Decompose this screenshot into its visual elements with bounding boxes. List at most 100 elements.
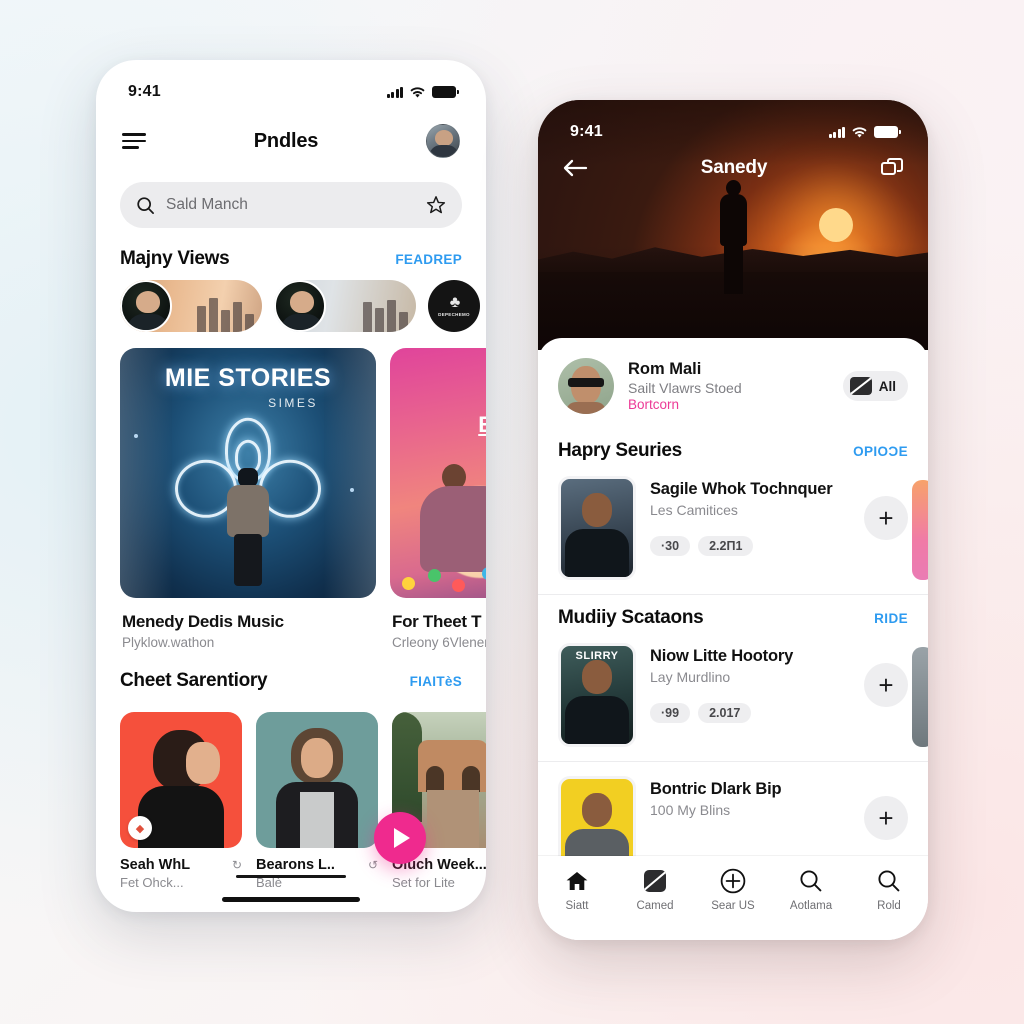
city-skyline-graphic (363, 300, 408, 332)
repeat-icon[interactable]: ↻ (232, 858, 242, 872)
all-button[interactable]: All (842, 371, 908, 401)
cellular-bars-icon (386, 86, 403, 98)
profile-name: Rom Mali (628, 360, 702, 378)
all-button-label: All (878, 378, 896, 394)
tab-siatt[interactable]: Siatt (538, 868, 616, 912)
search-value[interactable]: Sald Manch (166, 196, 415, 214)
status-badge: ·30 (650, 536, 691, 556)
page-title: Pndles (253, 129, 319, 152)
row-title: Sagile Whok Tochnquer (650, 480, 833, 498)
scroll-indicator (236, 874, 346, 878)
battery-icon (432, 86, 459, 98)
section-title: Mudiiy Scataons (558, 607, 704, 628)
colored-spheres-graphic (390, 552, 486, 598)
plus-circle-icon (720, 868, 746, 894)
section-action-link[interactable]: OPIOƆE (853, 444, 908, 459)
card-art-mie-stories: MIE STORIES SIMES (120, 348, 376, 598)
card-meta: Menedy Dedis Music Plyklow.wathon (120, 598, 376, 650)
list-item[interactable]: ◆ Seah WhL ↻ Fet Ohck... (120, 712, 242, 890)
play-circle-icon[interactable] (374, 812, 426, 864)
row-info: Bontric Dlark Bip 100 My Blins (650, 776, 850, 818)
story-avatar (274, 280, 326, 332)
section-action-link[interactable]: FIAITèS (410, 674, 462, 689)
wifi-icon (852, 126, 867, 137)
page-title: Sanedy (700, 157, 768, 178)
profile-avatar[interactable] (425, 124, 460, 158)
card-subtitle: Crleony 6Vlener (392, 635, 486, 650)
profile-subtitle: Sailt Vlawrs Stoed (628, 380, 742, 396)
featured-card[interactable]: MIE STORIES SIMES Menedy Dedis Music Ply… (120, 348, 376, 650)
table-row[interactable]: SLIRRY Niow Litte Hootory Lay Murdlino ·… (538, 635, 928, 762)
status-icons (828, 126, 901, 139)
arrow-left-icon[interactable] (562, 158, 588, 178)
copy-layers-icon[interactable] (880, 157, 904, 179)
home-icon (565, 868, 589, 894)
section-action-link[interactable]: FEADREP (395, 252, 462, 267)
row-chips: ·30 2.2П1 (650, 536, 850, 556)
slash-square-icon (849, 377, 872, 395)
bottom-tab-bar: Siatt Camed Sear US Aotlama Rold (538, 856, 928, 940)
brand-logo-icon: ♣ DEPECHEMO (428, 280, 480, 332)
section-title: Hapry Seuries (558, 440, 682, 461)
loop-icon[interactable]: ↺ (368, 858, 378, 872)
hamburger-menu-icon[interactable] (122, 133, 146, 149)
list-item[interactable]: Oluch Week... Set for Lite (392, 712, 486, 890)
story-city-day[interactable] (274, 280, 416, 332)
table-row[interactable]: Sagile Whok Tochnquer Les Camitices ·30 … (538, 468, 928, 595)
status-icons (386, 86, 459, 99)
content-sheet: Rom Mali Sailt Vlawrs Stoed Bortcorn All… (538, 338, 928, 940)
peek-card-grey[interactable] (912, 647, 928, 747)
user-avatar-sunglasses[interactable] (558, 358, 614, 414)
row-title: Niow Litte Hootory (650, 647, 794, 665)
cellular-bars-icon (828, 126, 845, 138)
peek-card-pink[interactable] (912, 480, 928, 580)
row-subtitle: 100 My Blins (650, 802, 731, 818)
tile-meta: Bearons L.. ↺ Balè (256, 848, 378, 890)
section-title: Cheet Sarentiory (120, 670, 268, 691)
plus-icon[interactable]: + (864, 796, 908, 840)
card-art-overlay-text: MIE STORIES SIMES (120, 364, 376, 410)
tab-camed[interactable]: Camed (616, 868, 694, 912)
search-icon (799, 868, 823, 894)
list-item[interactable]: Bearons L.. ↺ Balè (256, 712, 378, 890)
tab-rold[interactable]: Rold (850, 868, 928, 912)
story-logo-dark[interactable]: ♣ DEPECHEMO (428, 280, 480, 332)
tab-label: Camed (636, 900, 674, 912)
plus-icon[interactable]: + (864, 663, 908, 707)
row-chips: ·99 2.017 (650, 703, 850, 723)
profile-info: Rom Mali Sailt Vlawrs Stoed Bortcorn (628, 360, 829, 412)
status-badge: 2.2П1 (698, 536, 754, 556)
card-art-magic: MA Se IVO EYORE Jaic 9urr (390, 348, 486, 598)
tile-meta: Seah WhL ↻ Fet Ohck... (120, 848, 242, 890)
right-navbar: Sanedy (538, 146, 928, 190)
tab-sear-us[interactable]: Sear US (694, 868, 772, 912)
tab-aotlama[interactable]: Aotlama (772, 868, 850, 912)
card-art-overlay-text: MA Se IVO EYORE Jaic 9urr (390, 360, 486, 453)
story-avatar (120, 280, 172, 332)
section-action-link[interactable]: RIDE (874, 611, 908, 626)
tab-label: Aotlama (789, 900, 833, 912)
star-icon[interactable] (426, 195, 446, 215)
card-meta: For Theet T Crleony 6Vlener (390, 598, 486, 650)
profile-tag: Bortcorn (628, 397, 680, 412)
card-overlay-sub: SIMES (268, 396, 318, 410)
category-tiles-carousel[interactable]: ◆ Seah WhL ↻ Fet Ohck... Bearons L.. ↺ B… (96, 702, 486, 890)
search-input[interactable]: Sald Manch (120, 182, 462, 228)
featured-cards-carousel[interactable]: MIE STORIES SIMES Menedy Dedis Music Ply… (96, 332, 486, 650)
featured-card[interactable]: MA Se IVO EYORE Jaic 9urr For Theet T Cr… (390, 348, 486, 650)
row-subtitle: Lay Murdlino (650, 669, 731, 685)
logo-glyph: ♣ (449, 293, 460, 311)
city-skyline-graphic (197, 298, 254, 332)
left-header: Pndles (96, 110, 486, 166)
list-thumb-portrait-blue (558, 476, 636, 580)
card-subtitle: Plyklow.wathon (122, 635, 215, 650)
tile-title: Bearons L.. (256, 857, 335, 873)
stories-carousel[interactable]: ♣ DEPECHEMO (96, 280, 486, 332)
plus-icon[interactable]: + (864, 496, 908, 540)
section-title: Majny Views (120, 248, 230, 269)
story-city-sunset[interactable] (120, 280, 262, 332)
battery-icon (874, 126, 901, 138)
profile-row[interactable]: Rom Mali Sailt Vlawrs Stoed Bortcorn All (538, 338, 928, 428)
card-title: Menedy Dedis Music (122, 612, 284, 631)
slash-square-icon (644, 868, 666, 894)
